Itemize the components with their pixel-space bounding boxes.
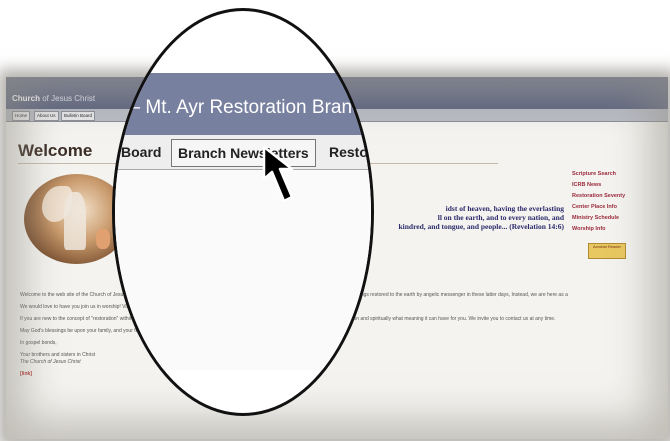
site-title-rest: of Jesus Christ	[40, 94, 96, 103]
zoomed-tabs: Board Branch Newsletters Resto	[115, 135, 371, 170]
zoomed-tab-restoration[interactable]: Resto	[323, 139, 371, 165]
site-title[interactable]: Church of Jesus Christ	[12, 94, 95, 103]
zoomed-content-area	[115, 170, 371, 370]
tab-about-us[interactable]: About Us	[34, 111, 59, 121]
sidebar-item-worship-info[interactable]: Worship Info	[570, 224, 666, 235]
zoomed-title: t – Mt. Ayr Restoration Branch	[119, 97, 373, 118]
sidebar-item-center-place-info[interactable]: Center Place Info	[570, 202, 666, 213]
sidebar-item-ministry-schedule[interactable]: Ministry Schedule	[570, 213, 666, 224]
acrobat-badge[interactable]: Acrobat Reader	[588, 243, 626, 259]
magnifier-lens: t – Mt. Ayr Restoration Branch Board Bra…	[112, 8, 374, 416]
site-title-bold: Church	[12, 94, 40, 103]
zoomed-tab-board[interactable]: Board	[115, 139, 167, 165]
angel-figure	[64, 192, 86, 250]
tab-home[interactable]: Home	[12, 111, 31, 121]
sidebar: Scripture Search ICRB News Restoration S…	[570, 169, 666, 259]
tab-bulletin-board[interactable]: Bulletin Board	[61, 111, 96, 121]
page-title: Welcome	[18, 141, 93, 160]
mouse-pointer-icon	[262, 145, 294, 203]
child-figure	[96, 229, 110, 249]
sidebar-item-scripture-search[interactable]: Scripture Search	[570, 169, 666, 180]
sidebar-item-icrb-news[interactable]: ICRB News	[570, 180, 666, 191]
sidebar-item-restoration-seventy[interactable]: Restoration Seventy	[570, 191, 666, 202]
